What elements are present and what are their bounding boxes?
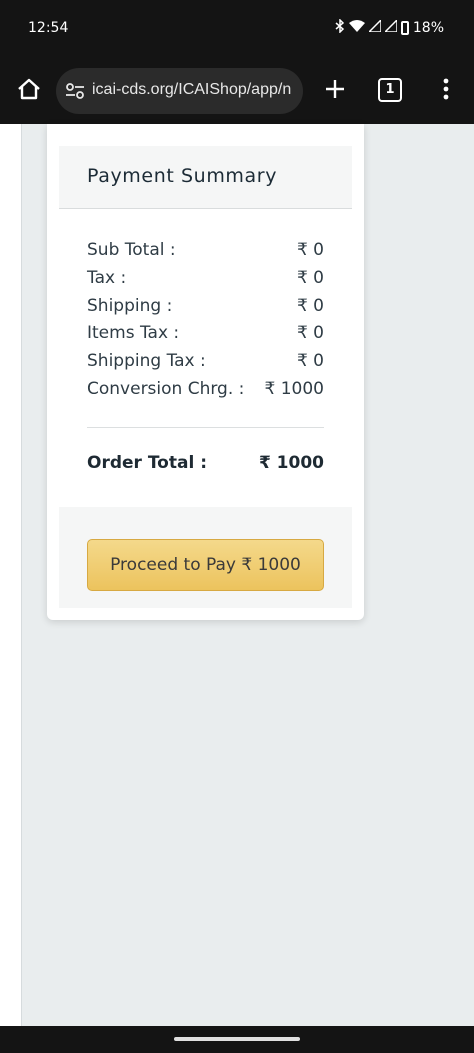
summary-row-shipping: Shipping : ₹ 0: [87, 296, 324, 322]
home-indicator[interactable]: [174, 1037, 300, 1041]
row-value: ₹ 0: [296, 296, 324, 316]
row-value: ₹ 0: [296, 351, 324, 371]
row-value: ₹ 0: [296, 268, 324, 288]
payment-summary-card: Payment Summary Sub Total : ₹ 0 Tax : ₹ …: [47, 124, 364, 620]
wifi-icon: [348, 20, 365, 36]
summary-row-items-tax: Items Tax : ₹ 0: [87, 323, 324, 349]
card-title: Payment Summary: [87, 165, 278, 187]
gesture-nav-bar: [0, 1026, 474, 1053]
tab-switcher-button[interactable]: 1: [378, 78, 402, 102]
row-label: Conversion Chrg. :: [87, 379, 245, 399]
card-header: Payment Summary: [59, 146, 352, 209]
more-vert-icon[interactable]: [434, 72, 458, 106]
battery-icon: [400, 21, 409, 35]
url-text[interactable]: icai-cds.org/ICAIShop/app/n: [92, 81, 298, 101]
left-panel: [0, 124, 22, 1026]
home-icon[interactable]: [12, 72, 46, 106]
bluetooth-icon: [335, 18, 345, 37]
proceed-to-pay-button[interactable]: Proceed to Pay ₹ 1000: [87, 539, 324, 591]
summary-row-shipping-tax: Shipping Tax : ₹ 0: [87, 351, 324, 377]
row-label: Shipping :: [87, 296, 173, 316]
plus-icon[interactable]: [318, 72, 352, 106]
status-icons: 18%: [335, 18, 444, 37]
row-value: ₹ 0: [296, 323, 324, 343]
status-bar: 12:54 18%: [0, 0, 474, 58]
status-time: 12:54: [28, 20, 69, 36]
row-label: Items Tax :: [87, 323, 180, 343]
summary-row-sub-total: Sub Total : ₹ 0: [87, 240, 324, 266]
signal-icon: [383, 18, 398, 36]
browser-toolbar: icai-cds.org/ICAIShop/app/n 1: [0, 58, 474, 124]
signal-icon: [367, 18, 382, 36]
row-value: ₹ 0: [296, 240, 324, 260]
battery-level: 18%: [412, 20, 444, 36]
order-total-value: ₹ 1000: [258, 453, 324, 473]
order-total-label: Order Total :: [87, 453, 207, 473]
summary-row-conversion-charge: Conversion Chrg. : ₹ 1000: [87, 379, 324, 405]
address-bar[interactable]: icai-cds.org/ICAIShop/app/n: [56, 68, 303, 114]
card-footer: Proceed to Pay ₹ 1000: [59, 507, 352, 608]
row-label: Shipping Tax :: [87, 351, 206, 371]
row-label: Sub Total :: [87, 240, 176, 260]
divider: [87, 427, 324, 428]
row-value: ₹ 1000: [264, 379, 324, 399]
row-label: Tax :: [87, 268, 127, 288]
order-total-row: Order Total : ₹ 1000: [87, 453, 324, 479]
tune-icon[interactable]: [64, 80, 86, 102]
summary-row-tax: Tax : ₹ 0: [87, 268, 324, 294]
